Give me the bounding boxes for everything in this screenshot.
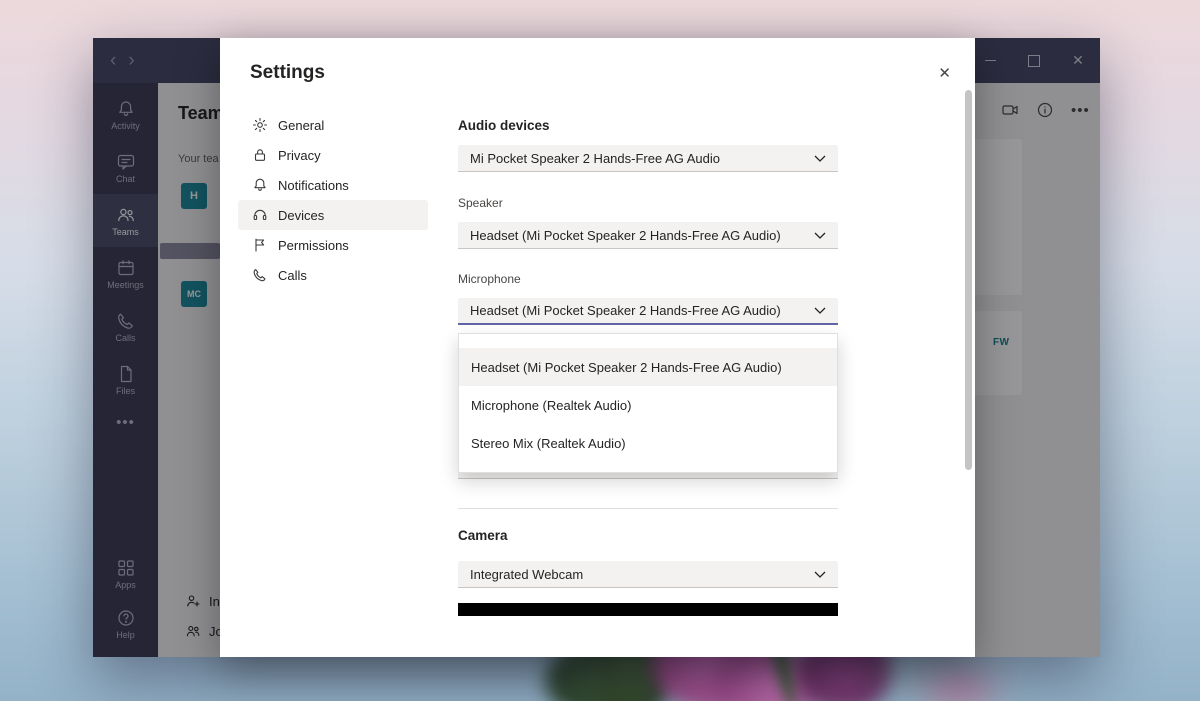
settings-nav-label: Privacy [278, 148, 321, 163]
settings-nav-calls[interactable]: Calls [238, 260, 428, 290]
desktop-background: ‹ › ✕ Activity Chat Teams [0, 0, 1200, 701]
microphone-option[interactable]: Microphone (Realtek Audio) [459, 386, 837, 424]
teams-window: ‹ › ✕ Activity Chat Teams [93, 38, 1100, 657]
audio-devices-heading: Audio devices [458, 118, 838, 133]
audio-device-value: Mi Pocket Speaker 2 Hands-Free AG Audio [470, 151, 720, 166]
speaker-label: Speaker [458, 196, 838, 210]
settings-title: Settings [250, 62, 325, 84]
microphone-options-listbox: Headset (Mi Pocket Speaker 2 Hands-Free … [458, 333, 838, 473]
phone-icon [252, 267, 268, 283]
settings-nav-devices[interactable]: Devices [238, 200, 428, 230]
settings-nav-label: Permissions [278, 238, 349, 253]
microphone-select[interactable]: Headset (Mi Pocket Speaker 2 Hands-Free … [458, 298, 838, 325]
settings-nav-permissions[interactable]: Permissions [238, 230, 428, 260]
microphone-label: Microphone [458, 272, 838, 286]
lock-icon [252, 147, 268, 163]
audio-device-select[interactable]: Mi Pocket Speaker 2 Hands-Free AG Audio [458, 145, 838, 172]
speaker-value: Headset (Mi Pocket Speaker 2 Hands-Free … [470, 228, 781, 243]
settings-nav-label: Notifications [278, 178, 349, 193]
chevron-down-icon [814, 232, 826, 239]
settings-nav-notifications[interactable]: Notifications [238, 170, 428, 200]
gear-icon [252, 117, 268, 133]
flag-icon [252, 237, 268, 253]
camera-heading: Camera [458, 528, 838, 543]
close-settings-button[interactable]: ✕ [938, 64, 951, 82]
microphone-option[interactable]: Stereo Mix (Realtek Audio) [459, 424, 837, 462]
section-divider [458, 508, 838, 509]
camera-select[interactable]: Integrated Webcam [458, 561, 838, 588]
settings-dialog: Settings ✕ General Privacy Notifications [220, 38, 975, 657]
chevron-down-icon [814, 307, 826, 314]
settings-nav-privacy[interactable]: Privacy [238, 140, 428, 170]
headset-icon [252, 207, 268, 223]
chevron-down-icon [814, 571, 826, 578]
settings-scrollbar[interactable] [965, 90, 972, 470]
settings-nav: General Privacy Notifications Devices Pe… [238, 110, 428, 290]
camera-value: Integrated Webcam [470, 567, 583, 582]
settings-nav-label: Devices [278, 208, 324, 223]
bell-icon [252, 177, 268, 193]
settings-nav-label: General [278, 118, 324, 133]
microphone-value: Headset (Mi Pocket Speaker 2 Hands-Free … [470, 303, 781, 318]
settings-nav-general[interactable]: General [238, 110, 428, 140]
chevron-down-icon [814, 155, 826, 162]
microphone-option[interactable]: Headset (Mi Pocket Speaker 2 Hands-Free … [459, 348, 837, 386]
camera-preview [458, 603, 838, 616]
speaker-select[interactable]: Headset (Mi Pocket Speaker 2 Hands-Free … [458, 222, 838, 249]
settings-nav-label: Calls [278, 268, 307, 283]
